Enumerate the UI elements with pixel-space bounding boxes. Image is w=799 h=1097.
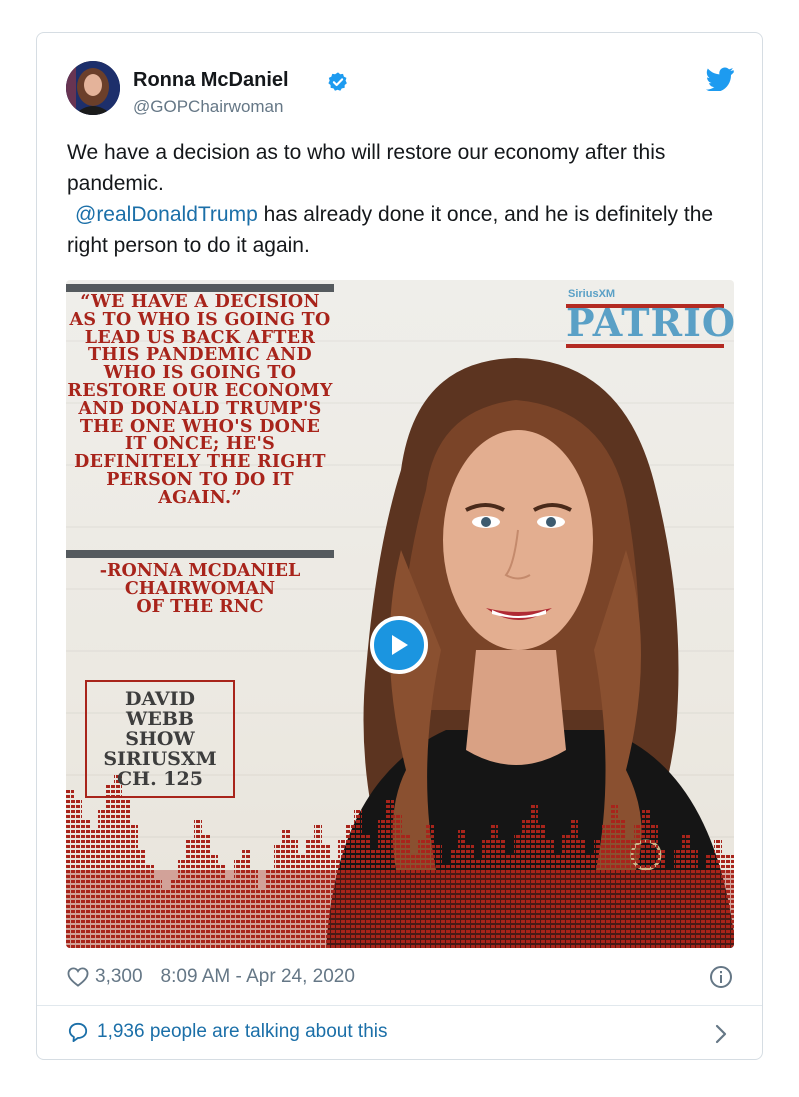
heart-icon[interactable]: [67, 967, 89, 987]
brand-small: SiriusXM: [568, 288, 616, 300]
show-line: CH. 125: [117, 768, 203, 790]
avatar[interactable]: [66, 61, 120, 115]
play-icon: [392, 635, 408, 655]
show-badge: DAVID WEBB SHOW SIRIUSXM CH. 125: [85, 680, 235, 798]
timestamp[interactable]: 8:09 AM - Apr 24, 2020: [161, 966, 355, 988]
quote-attribution: -RONNA MCDANIEL CHAIRWOMAN OF THE RNC: [66, 562, 334, 616]
speech-bubble-icon: [68, 1022, 88, 1042]
brand-big: PATRIOT: [566, 300, 734, 345]
quote-bar-top: [66, 284, 334, 292]
attribution-line: OF THE RNC: [136, 597, 264, 617]
display-name[interactable]: Ronna McDaniel: [133, 69, 289, 92]
verified-badge-icon: [328, 72, 347, 91]
attribution-line: CHAIRWOMAN: [124, 579, 276, 599]
talking-link[interactable]: 1,936 people are talking about this: [67, 1021, 388, 1043]
siriusxm-patriot-logo: SiriusXM PATRIOT: [566, 288, 734, 348]
mention-link[interactable]: @realDonaldTrump: [75, 203, 258, 226]
tweet-text: We have a decision as to who will restor…: [67, 137, 747, 261]
quote-text: “We have a decision as to who is going t…: [67, 292, 333, 508]
handle[interactable]: @GOPChairwoman: [133, 97, 283, 117]
like-count[interactable]: 3,300: [95, 966, 143, 988]
show-line: DAVID: [125, 688, 195, 710]
talking-text[interactable]: 1,936 people are talking about this: [97, 1021, 388, 1043]
tweet-meta: 3,300 8:09 AM - Apr 24, 2020: [67, 963, 355, 991]
twitter-bird-icon[interactable]: [706, 67, 734, 91]
logo-stripe: [566, 344, 724, 348]
attribution-line: -RONNA MCDANIEL: [99, 561, 301, 581]
tweet-text-line1: We have a decision as to who will restor…: [67, 141, 666, 195]
tweet-card: Ronna McDaniel @GOPChairwoman We have a …: [36, 32, 763, 1060]
play-button[interactable]: [370, 616, 428, 674]
show-line: SIRIUSXM: [103, 748, 217, 770]
video-media[interactable]: “We have a decision as to who is going t…: [66, 280, 734, 948]
chevron-right-icon[interactable]: [713, 1023, 729, 1045]
show-line: WEBB: [126, 708, 194, 730]
divider: [37, 1005, 762, 1006]
quote-bar-bottom: [66, 550, 334, 558]
info-icon[interactable]: [709, 965, 733, 989]
show-line: SHOW: [125, 728, 195, 750]
